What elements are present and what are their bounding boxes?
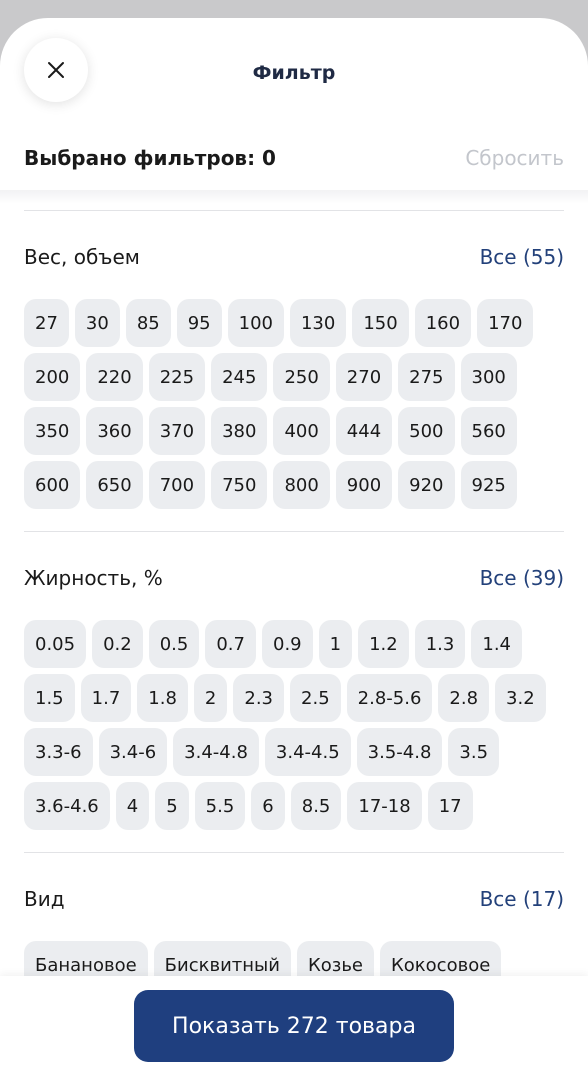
filter-chip[interactable]: 270 xyxy=(335,353,393,401)
filter-chip[interactable]: 170 xyxy=(477,299,534,347)
filter-chip[interactable]: 200 xyxy=(24,353,81,401)
filter-chip[interactable]: 30 xyxy=(74,299,120,347)
filter-chip[interactable]: 130 xyxy=(289,299,347,347)
filter-chip[interactable]: 4 xyxy=(115,782,150,830)
chip-list: Банановое Бисквитный Козье Кокосовое xyxy=(24,919,564,976)
filter-chip[interactable]: 17 xyxy=(427,782,473,830)
section-type: Вид Все (17) Банановое Бисквитный Козье Кок… xyxy=(0,853,588,976)
filter-chip[interactable]: 2.8-5.6 xyxy=(346,674,433,722)
show-all-link[interactable]: Все (55) xyxy=(480,245,564,269)
filter-chip[interactable]: 160 xyxy=(414,299,472,347)
filter-chip[interactable]: 380 xyxy=(211,407,268,455)
section-title: Вес, объем xyxy=(24,245,140,269)
sheet-header: Фильтр xyxy=(0,18,588,134)
filter-chip[interactable]: 95 xyxy=(176,299,222,347)
filter-chip[interactable]: 220 xyxy=(86,353,143,401)
filter-chip[interactable]: 27 xyxy=(24,299,69,347)
filter-chip[interactable]: 1.7 xyxy=(80,674,132,722)
section-fat: Жирность, % Все (39) 0.05 0.2 0.5 0.7 0.9 1 1.… xyxy=(0,532,588,852)
filter-chip[interactable]: 3.5-4.8 xyxy=(356,728,443,776)
filter-chip[interactable]: 650 xyxy=(86,461,143,509)
filter-chip[interactable]: Банановое xyxy=(24,941,148,976)
filter-chip[interactable]: 0.9 xyxy=(262,620,313,668)
filter-chip[interactable]: 600 xyxy=(24,461,81,509)
filter-chip[interactable]: 225 xyxy=(148,353,206,401)
filter-sheet: Фильтр Выбрано фильтров: 0 Сбросить Вес,… xyxy=(0,18,588,1086)
filter-chip[interactable]: 3.4-4.8 xyxy=(173,728,259,776)
filter-chip[interactable]: Козье xyxy=(296,941,374,976)
filter-chip[interactable]: 0.5 xyxy=(148,620,200,668)
filter-chip[interactable]: 360 xyxy=(86,407,143,455)
filter-chip[interactable]: 370 xyxy=(148,407,206,455)
show-all-link[interactable]: Все (17) xyxy=(480,887,564,911)
filter-chip[interactable]: 400 xyxy=(273,407,330,455)
filter-chip[interactable]: 0.7 xyxy=(205,620,256,668)
filter-chip[interactable]: 500 xyxy=(398,407,455,455)
bottom-bar: Показать 272 товара xyxy=(0,976,588,1086)
filter-chip[interactable]: 300 xyxy=(460,353,517,401)
filter-chip[interactable]: 1 xyxy=(318,620,353,668)
page-title: Фильтр xyxy=(252,62,336,84)
filter-sections[interactable]: Вес, объем Все (55) 27 30 85 95 100 130 150 160… xyxy=(0,210,588,976)
filter-chip[interactable]: 1.4 xyxy=(471,620,523,668)
filter-chip[interactable]: 1.3 xyxy=(414,620,466,668)
filter-chip[interactable]: 0.2 xyxy=(92,620,143,668)
filter-chip[interactable]: 275 xyxy=(398,353,455,401)
filter-chip[interactable]: 3.2 xyxy=(495,674,546,722)
filter-chip[interactable]: 920 xyxy=(398,461,455,509)
filter-chip[interactable]: 245 xyxy=(211,353,268,401)
filter-chip[interactable]: 1.8 xyxy=(137,674,188,722)
filter-chip[interactable]: 3.3-6 xyxy=(24,728,93,776)
section-title: Вид xyxy=(24,887,65,911)
filter-chip[interactable]: 1.5 xyxy=(24,674,75,722)
filter-chip[interactable]: 750 xyxy=(211,461,268,509)
filter-chip[interactable]: 3.4-4.5 xyxy=(264,728,351,776)
filter-chip[interactable]: 5.5 xyxy=(194,782,246,830)
filter-chip[interactable]: 100 xyxy=(227,299,284,347)
filter-chip[interactable]: 1.2 xyxy=(358,620,409,668)
filter-chip[interactable]: Кокосовое xyxy=(380,941,502,976)
section-weight: Вес, объем Все (55) 27 30 85 95 100 130 150 160… xyxy=(0,211,588,531)
filter-chip[interactable]: 0.05 xyxy=(24,620,87,668)
filter-chip[interactable]: Бисквитный xyxy=(153,941,291,976)
filter-chip[interactable]: 700 xyxy=(148,461,206,509)
filter-chip[interactable]: 2.3 xyxy=(233,674,285,722)
filter-chip[interactable]: 3.5 xyxy=(448,728,500,776)
filter-chip[interactable]: 925 xyxy=(460,461,517,509)
filter-chip[interactable]: 444 xyxy=(335,407,393,455)
filter-chip[interactable]: 2.8 xyxy=(438,674,490,722)
reset-button[interactable]: Сбросить xyxy=(465,146,564,170)
filter-chip[interactable]: 6 xyxy=(251,782,285,830)
filter-chip[interactable]: 2 xyxy=(193,674,228,722)
chip-list: 27 30 85 95 100 130 150 160 170 200 220 225 245 250 27… xyxy=(24,277,564,531)
filter-chip[interactable]: 8.5 xyxy=(290,782,342,830)
show-all-link[interactable]: Все (39) xyxy=(480,566,564,590)
filter-chip[interactable]: 350 xyxy=(24,407,81,455)
filter-chip[interactable]: 3.6-4.6 xyxy=(24,782,110,830)
filter-chip[interactable]: 900 xyxy=(335,461,393,509)
filter-chip[interactable]: 17-18 xyxy=(347,782,422,830)
filter-chip[interactable]: 150 xyxy=(352,299,409,347)
filter-chip[interactable]: 5 xyxy=(155,782,189,830)
filter-chip[interactable]: 2.5 xyxy=(290,674,341,722)
show-products-button[interactable]: Показать 272 товара xyxy=(134,990,454,1062)
filter-chip[interactable]: 85 xyxy=(125,299,171,347)
chip-list: 0.05 0.2 0.5 0.7 0.9 1 1.2 1.3 1.4 1.5 1.7 1.8 2 2.3 2… xyxy=(24,598,564,852)
filter-chip[interactable]: 3.4-6 xyxy=(98,728,168,776)
filter-chip[interactable]: 800 xyxy=(273,461,330,509)
filter-chip[interactable]: 560 xyxy=(460,407,517,455)
filter-chip[interactable]: 250 xyxy=(273,353,330,401)
section-title: Жирность, % xyxy=(24,566,163,590)
scroll-shadow xyxy=(0,190,588,204)
selected-filters-count: Выбрано фильтров: 0 xyxy=(24,146,276,170)
